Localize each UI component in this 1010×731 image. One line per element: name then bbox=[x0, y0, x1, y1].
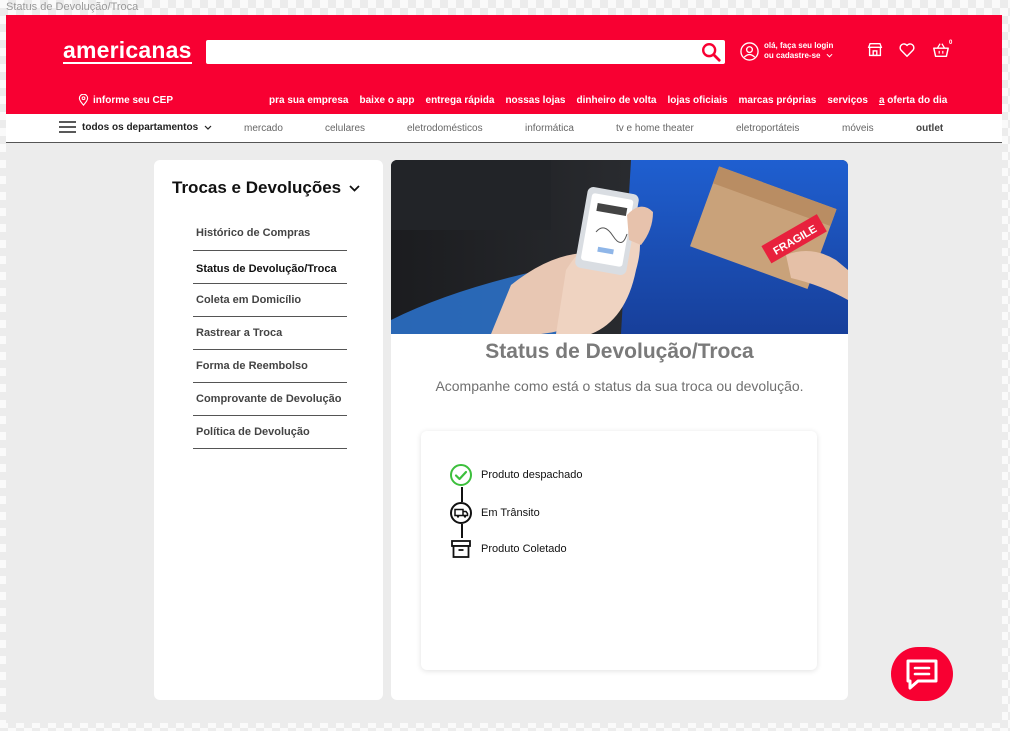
step-connector bbox=[461, 487, 463, 502]
logo[interactable]: americanas bbox=[63, 39, 192, 64]
quick-link-dinheiro[interactable]: dinheiro de volta bbox=[576, 95, 656, 106]
all-departments-button[interactable]: todos os departamentos bbox=[59, 121, 212, 133]
quick-link-lojas[interactable]: nossas lojas bbox=[505, 95, 565, 106]
quick-link-servicos[interactable]: serviços bbox=[827, 95, 868, 106]
cart-count-badge: 0 bbox=[949, 40, 953, 46]
sidebar-item-coleta[interactable]: Coleta em Domicílio bbox=[193, 284, 347, 317]
quick-link-oferta[interactable]: a oferta do dia bbox=[879, 95, 947, 106]
cep-label: informe seu CEP bbox=[93, 94, 174, 106]
heart-icon[interactable] bbox=[898, 41, 916, 59]
main-panel: FRAGILE Status de Devolução/Troca Acompa… bbox=[391, 160, 848, 700]
status-card: Produto despachado Em Trânsito Produto C… bbox=[421, 431, 817, 670]
sidebar-item-reembolso[interactable]: Forma de Reembolso bbox=[193, 350, 347, 383]
truck-icon bbox=[450, 502, 472, 524]
store-icon[interactable] bbox=[866, 41, 884, 59]
page-title: Status de Devolução/Troca bbox=[485, 340, 754, 363]
chevron-down-icon bbox=[349, 184, 360, 192]
search-icon[interactable] bbox=[700, 41, 722, 63]
chevron-down-icon bbox=[826, 53, 833, 58]
departments-bar: todos os departamentos mercado celulares… bbox=[6, 114, 1002, 143]
dept-tv[interactable]: tv e home theater bbox=[616, 123, 694, 134]
step-label: Em Trânsito bbox=[481, 507, 540, 519]
login-line1: olá, faça seu login bbox=[764, 41, 834, 50]
sidebar-list: Histórico de Compras Status de Devolução… bbox=[193, 216, 347, 449]
dept-mercado[interactable]: mercado bbox=[244, 123, 283, 134]
location-pin-icon bbox=[78, 94, 89, 106]
offer-badge-icon: a bbox=[878, 95, 885, 106]
page-subtitle: Acompanhe como está o status da sua troc… bbox=[435, 378, 804, 394]
chevron-down-icon bbox=[204, 125, 212, 130]
dept-moveis[interactable]: móveis bbox=[842, 123, 874, 134]
quick-links-nav: pra sua empresa baixe o app entrega rápi… bbox=[269, 95, 947, 106]
quick-link-oferta-label: oferta do dia bbox=[887, 95, 948, 106]
quick-link-app[interactable]: baixe o app bbox=[360, 95, 415, 106]
dept-celulares[interactable]: celulares bbox=[325, 123, 365, 134]
step-despachado: Produto despachado bbox=[449, 463, 583, 487]
sidebar-item-politica[interactable]: Política de Devolução bbox=[193, 416, 347, 449]
sidebar-item-status[interactable]: Status de Devolução/Troca bbox=[193, 251, 347, 284]
site-header: americanas olá, faça seu login ou cadast… bbox=[6, 15, 1002, 114]
dept-eletroportateis[interactable]: eletroportáteis bbox=[736, 123, 799, 134]
step-label: Produto despachado bbox=[481, 469, 583, 481]
sidebar-title[interactable]: Trocas e Devoluções bbox=[172, 178, 360, 198]
dept-outlet[interactable]: outlet bbox=[916, 123, 943, 134]
check-circle-icon bbox=[450, 464, 472, 486]
quick-link-entrega[interactable]: entrega rápida bbox=[426, 95, 495, 106]
page-frame: americanas olá, faça seu login ou cadast… bbox=[6, 15, 1002, 723]
cep-link[interactable]: informe seu CEP bbox=[78, 94, 173, 106]
basket-icon[interactable] bbox=[932, 41, 950, 59]
dept-eletrodomesticos[interactable]: eletrodomésticos bbox=[407, 123, 483, 134]
archive-box-icon bbox=[451, 540, 471, 558]
step-connector bbox=[461, 524, 463, 538]
quick-link-marcas[interactable]: marcas próprias bbox=[739, 95, 817, 106]
sidebar-item-rastrear[interactable]: Rastrear a Troca bbox=[193, 317, 347, 350]
frame-title: Status de Devolução/Troca bbox=[6, 1, 139, 13]
login-line2: ou cadastre-se bbox=[764, 51, 821, 60]
hero-image: FRAGILE bbox=[391, 160, 848, 334]
chat-bubble-icon bbox=[906, 659, 938, 690]
sidebar-item-comprovante[interactable]: Comprovante de Devolução bbox=[193, 383, 347, 416]
menu-icon bbox=[59, 121, 76, 133]
sidebar-item-historico[interactable]: Histórico de Compras bbox=[193, 216, 347, 251]
step-coletado: Produto Coletado bbox=[449, 537, 567, 561]
user-icon bbox=[740, 41, 759, 61]
all-departments-label: todos os departamentos bbox=[82, 121, 199, 133]
chat-button[interactable] bbox=[891, 647, 953, 701]
step-label: Produto Coletado bbox=[481, 543, 567, 555]
login-link[interactable]: olá, faça seu login ou cadastre-se bbox=[740, 41, 833, 61]
dept-informatica[interactable]: informática bbox=[525, 123, 574, 134]
quick-link-oficiais[interactable]: lojas oficiais bbox=[667, 95, 727, 106]
search-input[interactable] bbox=[206, 40, 725, 64]
sidebar: Trocas e Devoluções Histórico de Compras… bbox=[154, 160, 383, 700]
step-transito: Em Trânsito bbox=[449, 501, 540, 525]
sidebar-title-label: Trocas e Devoluções bbox=[172, 178, 342, 197]
quick-link-empresa[interactable]: pra sua empresa bbox=[269, 95, 349, 106]
